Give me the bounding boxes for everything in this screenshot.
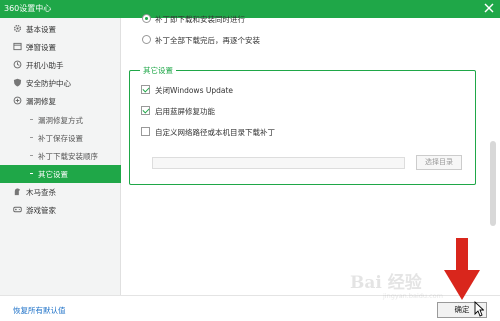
window-icon — [13, 42, 22, 51]
gamepad-icon — [13, 206, 22, 213]
sidebar-item-popup-settings[interactable]: 弹窗设置 — [0, 38, 121, 56]
sidebar-item-label: 弹窗设置 — [26, 43, 56, 52]
window-title: 360设置中心 — [4, 4, 52, 13]
sidebar-item-trojan-scan[interactable]: 木马查杀 — [0, 183, 121, 201]
sidebar-item-label: 游戏管家 — [26, 206, 56, 215]
radio-button[interactable] — [142, 14, 151, 23]
radio-label: 补丁全部下载完后，再逐个安装 — [155, 36, 260, 45]
select-directory-button[interactable]: 选择目录 — [416, 155, 462, 170]
sidebar: 基本设置 弹窗设置 开机小助手 安全防护中心 漏洞修复 漏洞修复方式 补丁保存设… — [0, 18, 121, 295]
sidebar-item-label: 其它设置 — [38, 170, 68, 179]
sidebar-item-security-center[interactable]: 安全防护中心 — [0, 74, 121, 92]
checkbox-label: 启用蓝屏修复功能 — [155, 107, 215, 116]
tree-dash — [30, 173, 33, 174]
sidebar-item-label: 补丁下载安装顺序 — [38, 152, 98, 161]
watermark-logo-text: Bai 经验 — [350, 273, 422, 293]
sidebar-item-label: 安全防护中心 — [26, 79, 71, 88]
scrollbar-thumb[interactable] — [490, 141, 496, 226]
sidebar-item-vuln-repair[interactable]: 漏洞修复 — [0, 92, 121, 110]
repair-icon — [13, 96, 22, 105]
sidebar-subitem-repair-method[interactable]: 漏洞修复方式 — [0, 111, 121, 129]
sidebar-item-label: 漏洞修复方式 — [38, 116, 83, 125]
mouse-cursor-icon — [474, 301, 484, 317]
checkbox[interactable] — [141, 85, 150, 94]
sidebar-item-basic-settings[interactable]: 基本设置 — [0, 20, 121, 38]
close-icon[interactable] — [483, 2, 495, 14]
sidebar-item-label: 基本设置 — [26, 25, 56, 34]
watermark-url: jingyan.baidu.com — [383, 292, 443, 300]
scrollbar[interactable] — [490, 20, 496, 290]
checkbox-label: 自定义网络路径或本机目录下载补丁 — [155, 128, 275, 137]
gear-icon — [13, 24, 22, 33]
red-arrow-annotation — [444, 238, 480, 300]
sidebar-item-label: 补丁保存设置 — [38, 134, 83, 143]
clock-icon — [13, 60, 22, 69]
sidebar-item-game-manager[interactable]: 游戏管家 — [0, 201, 121, 219]
sidebar-item-label: 木马查杀 — [26, 188, 56, 197]
radio-button[interactable] — [142, 35, 151, 44]
title-bar: 360设置中心 — [0, 0, 500, 18]
tree-dash — [30, 137, 33, 138]
sidebar-subitem-install-order[interactable]: 补丁下载安装顺序 — [0, 147, 121, 165]
other-settings-group: 其它设置 关闭Windows Update 启用蓝屏修复功能 自定义网络路径或本… — [129, 65, 476, 185]
checkbox-label: 关闭Windows Update — [155, 86, 234, 95]
trojan-icon — [14, 188, 21, 196]
restore-defaults-link[interactable]: 恢复所有默认值 — [13, 305, 66, 316]
group-title: 其它设置 — [140, 65, 176, 76]
shield-icon — [13, 78, 22, 87]
sidebar-subitem-patch-save[interactable]: 补丁保存设置 — [0, 129, 121, 147]
sidebar-item-label: 开机小助手 — [26, 61, 64, 70]
radio-label: 补丁即下载和安装同时进行 — [155, 15, 245, 24]
sidebar-item-label: 漏洞修复 — [26, 97, 56, 106]
checkbox[interactable] — [141, 106, 150, 115]
sidebar-subitem-other-settings[interactable]: 其它设置 — [0, 165, 121, 183]
download-path-input[interactable] — [152, 157, 405, 169]
tree-dash — [30, 155, 33, 156]
checkbox[interactable] — [141, 127, 150, 136]
sidebar-item-boot-assistant[interactable]: 开机小助手 — [0, 56, 121, 74]
tree-dash — [30, 119, 33, 120]
